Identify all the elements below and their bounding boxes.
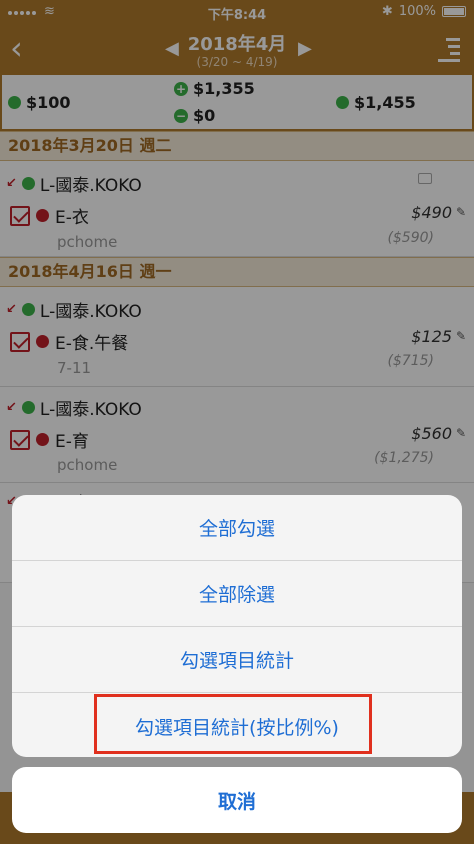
deselect-all-button[interactable]: 全部除選 [12, 561, 462, 627]
select-all-button[interactable]: 全部勾選 [12, 495, 462, 561]
highlight-box [94, 694, 372, 754]
cancel-button[interactable]: 取消 [12, 767, 462, 833]
selected-stats-button[interactable]: 勾選項目統計 [12, 627, 462, 693]
